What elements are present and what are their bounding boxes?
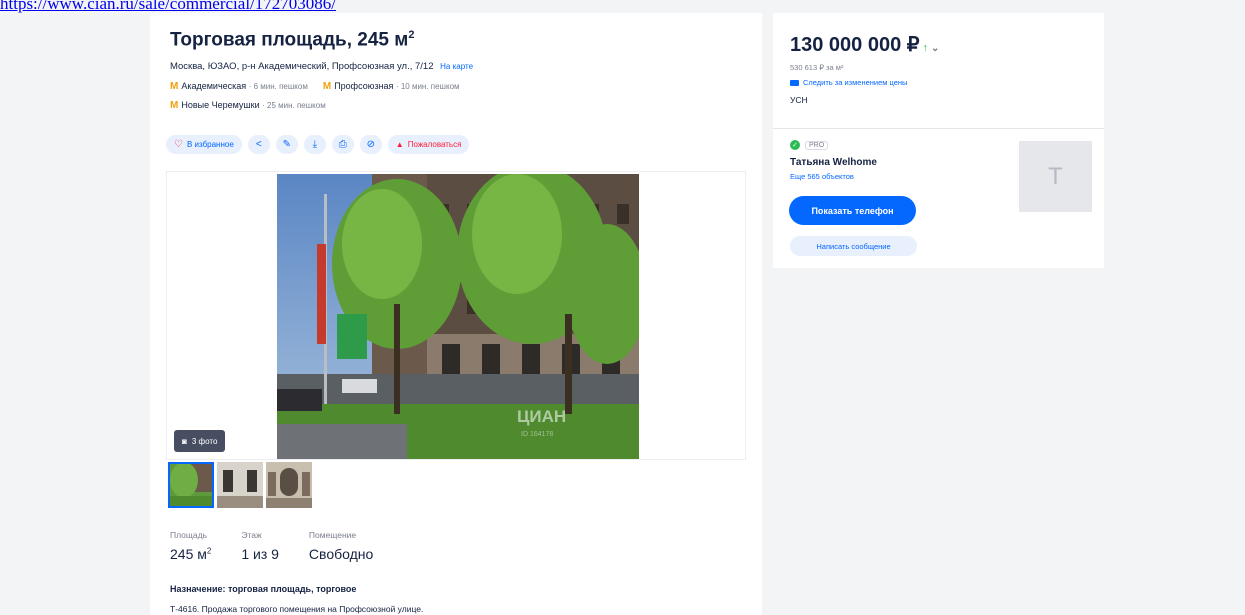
more-objects-link[interactable]: Еще 565 объектов xyxy=(790,172,854,181)
show-phone-button[interactable]: Показать телефон xyxy=(789,196,916,225)
heart-icon: ♡ xyxy=(174,138,183,150)
share-button[interactable]: < xyxy=(247,134,270,154)
listing-params: Площадь 245 м2 Этаж 1 из 9 Помещение Сво… xyxy=(170,530,403,562)
metro-station[interactable]: Новые Черемушки xyxy=(181,100,259,110)
metro-station[interactable]: Профсоюзная xyxy=(334,81,393,91)
arrow-up-icon: ↑ xyxy=(922,42,929,54)
metro-icon: М xyxy=(170,81,179,92)
photo-watermark: ЦИАН xyxy=(517,407,566,426)
metro-walk-time: · 6 мин. пешком xyxy=(248,82,308,91)
metro-row: М Академическая · 6 мин. пешком М Профсоюз… xyxy=(170,81,460,92)
thumbnail-1[interactable] xyxy=(168,462,214,508)
download-icon: ⤓ xyxy=(312,138,317,150)
metro-row: М Новые Черемушки · 25 мин. пешком xyxy=(170,100,326,111)
agent-name[interactable]: Татьяна Welhome xyxy=(790,157,877,168)
address-text: Москва, ЮЗАО, р-н Академический, Профсою… xyxy=(170,61,434,72)
price: 130 000 000 ₽ ↑ ⌄ xyxy=(790,34,940,56)
photo-counter-button[interactable]: ◙ 3 фото xyxy=(174,430,226,452)
favorite-button[interactable]: ♡ В избранное xyxy=(166,134,242,154)
param-premises: Помещение Свободно xyxy=(308,530,374,562)
listing-address: Москва, ЮЗАО, р-н Академический, Профсою… xyxy=(170,61,473,72)
pencil-icon: ✎ xyxy=(282,138,291,150)
param-floor: Этаж 1 из 9 xyxy=(241,530,279,562)
pro-badge: ✓ PRO xyxy=(790,140,829,150)
tax-system: УСН xyxy=(790,95,808,105)
street-photo-image: ЦИАН ID 164178 xyxy=(277,174,639,459)
complain-button[interactable]: ▲ Пожаловаться xyxy=(387,134,470,154)
envelope-icon xyxy=(790,79,799,86)
listing-title: Торговая площадь, 245 м2 xyxy=(170,29,415,51)
write-message-button[interactable]: Написать сообщение xyxy=(790,236,917,256)
photo-watermark-id: ID 164178 xyxy=(521,431,553,438)
pro-tag: PRO xyxy=(805,140,829,150)
metro-walk-time: · 10 мин. пешком xyxy=(395,82,460,91)
shield-check-icon: ✓ xyxy=(790,140,800,150)
hide-icon: ⊘ xyxy=(366,138,375,150)
thumbnail-3[interactable] xyxy=(266,462,312,508)
sidebar-divider xyxy=(773,128,1104,129)
photo-thumbnails xyxy=(168,462,312,508)
print-button[interactable]: ⎙ xyxy=(331,134,354,154)
listing-actions: ♡ В избранное < ✎ ⤓ ⎙ ⊘ ▲ Пожаловаться xyxy=(166,134,470,154)
map-link[interactable]: На карте xyxy=(440,62,473,71)
chevron-down-icon[interactable]: ⌄ xyxy=(931,43,939,54)
avatar: T xyxy=(1019,141,1092,212)
metro-icon: М xyxy=(322,81,332,92)
download-button[interactable]: ⤓ xyxy=(303,134,326,154)
thumbnail-2[interactable] xyxy=(217,462,263,508)
metro-walk-time: · 25 мин. пешком xyxy=(262,101,326,110)
hide-button[interactable]: ⊘ xyxy=(359,134,382,154)
price-per-m2: 530 613 ₽ за м² xyxy=(790,63,844,72)
param-area: Площадь 245 м2 xyxy=(170,530,212,562)
warning-icon: ▲ xyxy=(395,139,404,149)
share-icon: < xyxy=(255,138,262,150)
main-photo[interactable]: ЦИАН ID 164178 xyxy=(277,174,639,459)
print-icon: ⎙ xyxy=(338,138,347,150)
camera-icon: ◙ xyxy=(182,436,187,446)
listing-description: Т-4616. Продажа торгового помещения на П… xyxy=(170,604,424,614)
metro-icon: М xyxy=(170,100,179,111)
metro-station[interactable]: Академическая xyxy=(181,81,246,91)
listing-purpose: Назначение: торговая площадь, торговое xyxy=(170,584,357,594)
page-url-link[interactable]: https://www.cian.ru/sale/commercial/1727… xyxy=(0,0,336,13)
watch-price-link[interactable]: Следить за изменением цены xyxy=(790,78,907,87)
edit-button[interactable]: ✎ xyxy=(275,134,298,154)
